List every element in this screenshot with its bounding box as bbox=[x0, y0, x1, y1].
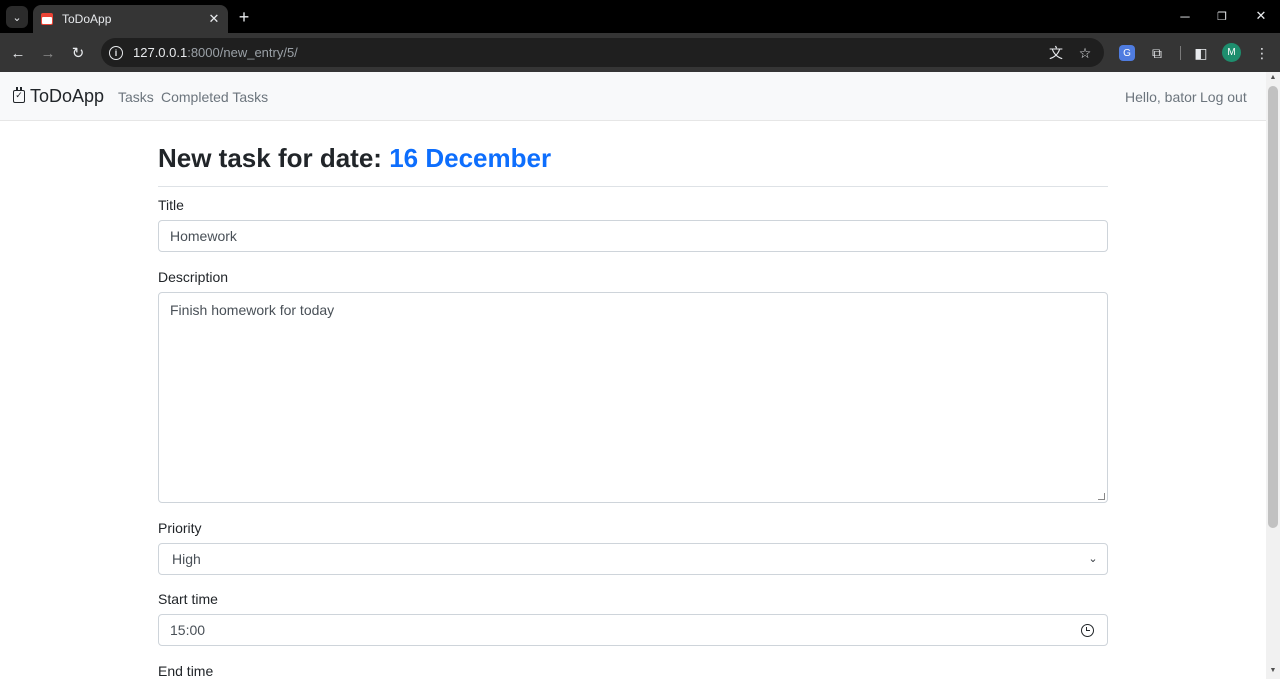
title-input[interactable]: Homework bbox=[158, 220, 1108, 252]
page-scrollbar[interactable]: ▲ ▼ bbox=[1266, 72, 1280, 679]
window-close-icon[interactable]: ✕ bbox=[1246, 4, 1276, 28]
scroll-down-arrow-icon[interactable]: ▼ bbox=[1266, 667, 1280, 677]
browser-toolbar: ← → ↻ i 127.0.0.1:8000/new_entry/5/ 文 ☆ … bbox=[0, 33, 1280, 72]
end-time-label: End time bbox=[158, 663, 214, 679]
tab-close-icon[interactable]: ✕ bbox=[204, 9, 224, 29]
priority-selected-value: High bbox=[172, 551, 201, 567]
calendar-check-icon: ✓ bbox=[13, 87, 25, 103]
start-time-value: 15:00 bbox=[170, 622, 206, 638]
start-time-input[interactable]: 15:00 bbox=[158, 614, 1108, 646]
resize-grip-icon[interactable] bbox=[1098, 493, 1105, 500]
scrollbar-thumb[interactable] bbox=[1268, 86, 1278, 528]
extensions-puzzle-icon[interactable]: ⧉ bbox=[1146, 42, 1168, 64]
forward-arrow-icon[interactable]: → bbox=[37, 42, 59, 64]
user-greeting: Hello, bator bbox=[1125, 89, 1197, 105]
start-time-label: Start time bbox=[158, 591, 218, 607]
description-label: Description bbox=[158, 269, 229, 285]
google-translate-extension-icon[interactable]: G bbox=[1119, 45, 1135, 61]
description-textarea[interactable]: Finish homework for today bbox=[158, 292, 1108, 503]
description-textarea-value: Finish homework for today bbox=[170, 302, 335, 318]
scroll-up-arrow-icon[interactable]: ▲ bbox=[1266, 74, 1280, 84]
profile-avatar[interactable]: M bbox=[1222, 43, 1241, 62]
page-viewport: ✓ ToDoApp Tasks Completed Tasks Hello, b… bbox=[0, 72, 1266, 679]
url-text: 127.0.0.1:8000/new_entry/5/ bbox=[133, 45, 298, 60]
priority-select[interactable]: High ⌄ bbox=[158, 543, 1108, 575]
heading-divider bbox=[158, 186, 1108, 187]
toolbar-divider bbox=[1180, 46, 1181, 60]
tab-search-chevron-icon[interactable]: ⌄ bbox=[6, 6, 28, 28]
chevron-down-icon: ⌄ bbox=[1088, 552, 1098, 565]
back-arrow-icon[interactable]: ← bbox=[7, 42, 29, 64]
tab-title: ToDoApp bbox=[62, 12, 112, 26]
brand-label: ToDoApp bbox=[30, 86, 105, 106]
maximize-icon[interactable]: ❐ bbox=[1207, 4, 1237, 28]
translate-icon[interactable]: 文 bbox=[1047, 44, 1065, 62]
browser-tab-strip: ⌄ ToDoApp ✕ + ─ ❐ ✕ bbox=[0, 0, 1280, 33]
reload-icon[interactable]: ↻ bbox=[67, 42, 89, 64]
browser-menu-kebab-icon[interactable]: ⋮ bbox=[1251, 42, 1273, 64]
logout-link[interactable]: Log out bbox=[1200, 89, 1247, 105]
new-tab-plus-icon[interactable]: + bbox=[234, 7, 254, 27]
title-input-value: Homework bbox=[170, 228, 237, 244]
page-title-prefix: New task for date: bbox=[158, 143, 382, 173]
page-title-date: 16 December bbox=[389, 143, 552, 173]
priority-label: Priority bbox=[158, 520, 202, 536]
browser-tab[interactable]: ToDoApp ✕ bbox=[33, 5, 228, 33]
clock-icon[interactable] bbox=[1081, 624, 1094, 637]
minimize-icon[interactable]: ─ bbox=[1170, 4, 1200, 28]
nav-link-tasks[interactable]: Tasks bbox=[118, 89, 154, 105]
navbar-brand[interactable]: ✓ ToDoApp bbox=[13, 86, 104, 107]
page-title: New task for date: 16 December bbox=[158, 143, 551, 174]
side-panel-icon[interactable]: ◧ bbox=[1190, 42, 1212, 64]
calendar-favicon-icon bbox=[41, 13, 53, 25]
address-bar[interactable]: i 127.0.0.1:8000/new_entry/5/ 文 ☆ bbox=[101, 38, 1104, 67]
title-label: Title bbox=[158, 197, 184, 213]
nav-link-completed-tasks[interactable]: Completed Tasks bbox=[161, 89, 268, 105]
bookmark-star-icon[interactable]: ☆ bbox=[1076, 44, 1094, 62]
site-info-icon[interactable]: i bbox=[109, 45, 123, 60]
app-navbar: ✓ ToDoApp Tasks Completed Tasks Hello, b… bbox=[0, 72, 1266, 121]
